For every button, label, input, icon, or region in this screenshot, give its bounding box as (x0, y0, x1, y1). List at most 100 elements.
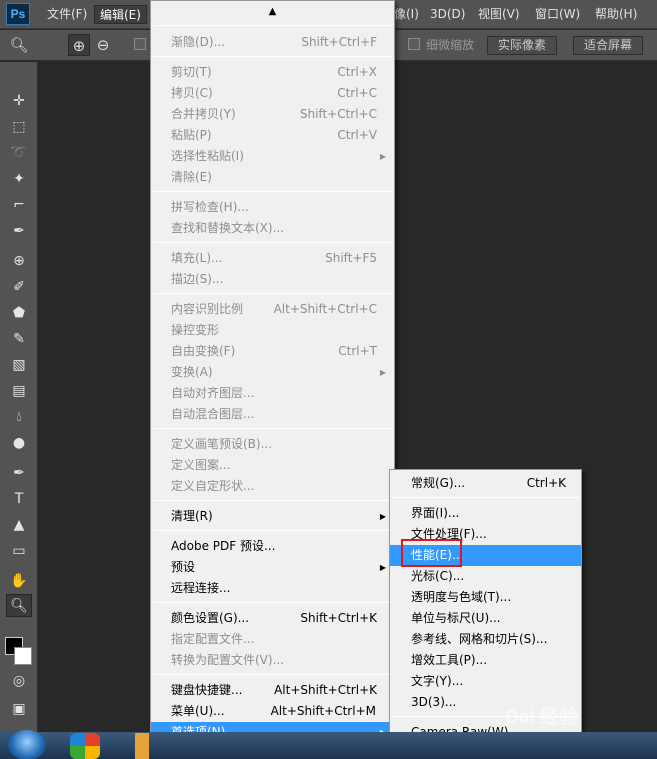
submenu-arrow-icon: ▶ (379, 512, 386, 521)
submenu-arrow-icon: ▶ (379, 368, 386, 377)
lasso-tool-icon[interactable]: ➰ (6, 142, 32, 165)
menu-window[interactable]: 窗口(W) (530, 5, 585, 24)
menu-item-purge[interactable]: 清理(R) ▶ (151, 506, 394, 527)
menu-item-auto-align-layers[interactable]: 自动对齐图层... (151, 383, 394, 404)
windows-taskbar (0, 730, 657, 759)
menu-separator (153, 56, 392, 57)
menu-item-assign-profile[interactable]: 指定配置文件... (151, 629, 394, 650)
menu-separator (153, 191, 392, 192)
submenu-item-transparency-gamut[interactable]: 透明度与色域(T)... (390, 587, 581, 608)
fit-screen-button[interactable]: 适合屏幕 (573, 36, 644, 55)
type-tool-icon[interactable]: T (6, 488, 32, 511)
zoom-tool-preset-icon[interactable]: 🔍︎ (8, 34, 30, 56)
actual-pixels-button[interactable]: 实际像素 (487, 36, 558, 55)
toolbox: ✛ ⬚ ➰ ✦ ⌐ ✒ ⊕ ✐ ⬟ ✎ ▧ ▤ 💧︎ ● ✒ T ▲ ▭ ✋ 🔍… (0, 62, 38, 732)
menu-3d[interactable]: 3D(D) (425, 5, 470, 24)
menu-item-remote-connections[interactable]: 远程连接... (151, 578, 394, 599)
healing-brush-tool-icon[interactable]: ⊕ (6, 250, 32, 273)
menu-separator (153, 25, 392, 26)
baidu-watermark: Bai 经验 (505, 707, 578, 728)
menu-separator (153, 242, 392, 243)
menu-item-paste-special[interactable]: 选择性粘贴(I) ▶ (151, 146, 394, 167)
history-brush-tool-icon[interactable]: ✎ (6, 328, 32, 351)
rectangle-tool-icon[interactable]: ▭ (6, 540, 32, 563)
submenu-item-guides-grid-slices[interactable]: 参考线、网格和切片(S)... (390, 629, 581, 650)
menu-separator (153, 500, 392, 501)
eraser-tool-icon[interactable]: ▧ (6, 354, 32, 377)
annotation-highlight-box (401, 539, 462, 567)
scroll-up-arrow-icon[interactable]: ▲ (151, 1, 394, 23)
menu-separator (153, 293, 392, 294)
menu-file[interactable]: 文件(F) (42, 5, 92, 24)
resize-windows-checkbox[interactable] (134, 38, 146, 50)
menu-item-auto-blend-layers[interactable]: 自动混合图层... (151, 404, 394, 425)
submenu-item-plugins[interactable]: 增效工具(P)... (390, 650, 581, 671)
fine-zoom-checkbox[interactable] (408, 38, 420, 50)
marquee-tool-icon[interactable]: ⬚ (6, 116, 32, 139)
menu-item-keyboard-shortcuts[interactable]: 键盘快捷键... Alt+Shift+Ctrl+K (151, 680, 394, 701)
menu-item-define-custom-shape[interactable]: 定义自定形状... (151, 476, 394, 497)
submenu-item-type[interactable]: 文字(Y)... (390, 671, 581, 692)
crop-tool-icon[interactable]: ⌐ (6, 194, 32, 217)
submenu-arrow-icon: ▶ (379, 563, 386, 572)
dodge-tool-icon[interactable]: ● (6, 432, 32, 455)
gradient-tool-icon[interactable]: ▤ (6, 380, 32, 403)
menu-item-cut[interactable]: 剪切(T) Ctrl+X (151, 62, 394, 83)
submenu-item-general[interactable]: 常规(G)... Ctrl+K (390, 473, 581, 494)
pen-tool-icon[interactable]: ✒ (6, 462, 32, 485)
submenu-item-units-rulers[interactable]: 单位与标尺(U)... (390, 608, 581, 629)
menu-item-copy-merged[interactable]: 合并拷贝(Y) Shift+Ctrl+C (151, 104, 394, 125)
taskbar-app-icon[interactable] (70, 733, 100, 759)
menu-item-fade[interactable]: 渐隐(D)... Shift+Ctrl+F (151, 32, 394, 53)
blur-tool-icon[interactable]: 💧︎ (6, 406, 32, 429)
menu-item-presets[interactable]: 预设 ▶ (151, 557, 394, 578)
menu-item-spell-check[interactable]: 拼写检查(H)... (151, 197, 394, 218)
menu-image[interactable]: 像(I) (394, 5, 419, 24)
menu-item-find-replace[interactable]: 查找和替换文本(X)... (151, 218, 394, 239)
submenu-arrow-icon: ▶ (379, 152, 386, 161)
quick-mask-icon[interactable]: ◎ (6, 670, 32, 693)
submenu-item-interface[interactable]: 界面(I)... (390, 503, 581, 524)
menu-item-menus[interactable]: 菜单(U)... Alt+Shift+Ctrl+M (151, 701, 394, 722)
menu-separator (153, 428, 392, 429)
path-selection-tool-icon[interactable]: ▲ (6, 514, 32, 537)
menu-item-copy[interactable]: 拷贝(C) Ctrl+C (151, 83, 394, 104)
clone-stamp-tool-icon[interactable]: ⬟ (6, 302, 32, 325)
eyedropper-tool-icon[interactable]: ✒ (6, 220, 32, 243)
magic-wand-tool-icon[interactable]: ✦ (6, 168, 32, 191)
menu-separator (392, 497, 579, 498)
background-color-swatch[interactable] (14, 647, 32, 665)
zoom-out-icon[interactable]: ⊖ (92, 34, 114, 56)
zoom-in-icon[interactable]: ⊕ (68, 34, 90, 56)
menu-edit[interactable]: 编辑(E) (94, 5, 147, 24)
menu-separator (153, 674, 392, 675)
brush-tool-icon[interactable]: ✐ (6, 276, 32, 299)
menu-item-content-aware-scale[interactable]: 内容识别比例 Alt+Shift+Ctrl+C (151, 299, 394, 320)
menu-item-convert-to-profile[interactable]: 转换为配置文件(V)... (151, 650, 394, 671)
move-tool-icon[interactable]: ✛ (6, 90, 32, 113)
menu-item-define-pattern[interactable]: 定义图案... (151, 455, 394, 476)
screen-mode-icon[interactable]: ▣ (6, 698, 32, 721)
menu-item-clear[interactable]: 清除(E) (151, 167, 394, 188)
menu-separator (153, 602, 392, 603)
menu-help[interactable]: 帮助(H) (590, 5, 642, 24)
menu-item-fill[interactable]: 填充(L)... Shift+F5 (151, 248, 394, 269)
submenu-item-cursors[interactable]: 光标(C)... (390, 566, 581, 587)
menu-item-transform[interactable]: 变换(A) ▶ (151, 362, 394, 383)
menu-item-stroke[interactable]: 描边(S)... (151, 269, 394, 290)
menu-separator (153, 530, 392, 531)
taskbar-app-button[interactable] (135, 733, 149, 759)
menu-item-color-settings[interactable]: 颜色设置(G)... Shift+Ctrl+K (151, 608, 394, 629)
hand-tool-icon[interactable]: ✋ (6, 570, 32, 593)
photoshop-logo: Ps (6, 3, 30, 25)
windows-start-icon[interactable] (8, 730, 46, 759)
zoom-tool-icon[interactable]: 🔍︎ (6, 594, 32, 617)
edit-menu-dropdown: ▲ 渐隐(D)... Shift+Ctrl+F 剪切(T) Ctrl+X 拷贝(C)… (150, 0, 395, 759)
menu-item-define-brush[interactable]: 定义画笔预设(B)... (151, 434, 394, 455)
menu-view[interactable]: 视图(V) (473, 5, 525, 24)
menu-item-puppet-warp[interactable]: 操控变形 (151, 320, 394, 341)
fine-zoom-label: 细微缩放 (426, 38, 475, 52)
menu-item-adobe-pdf-presets[interactable]: Adobe PDF 预设... (151, 536, 394, 557)
menu-item-paste[interactable]: 粘贴(P) Ctrl+V (151, 125, 394, 146)
menu-item-free-transform[interactable]: 自由变换(F) Ctrl+T (151, 341, 394, 362)
